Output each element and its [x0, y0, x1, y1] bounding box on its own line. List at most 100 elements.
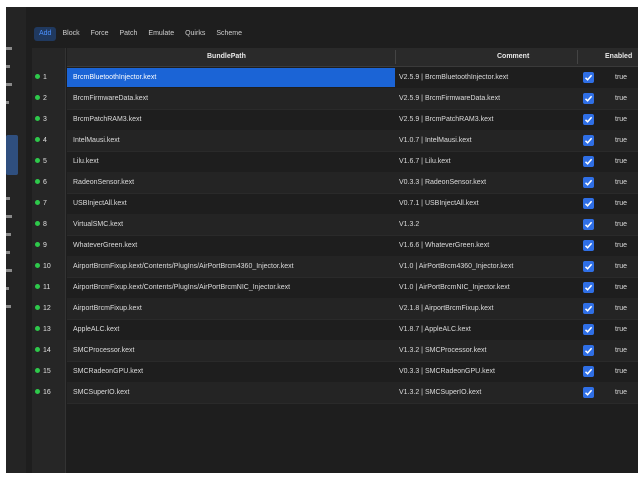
column-divider[interactable]	[395, 50, 396, 64]
enabled-checkbox[interactable]	[583, 366, 594, 377]
table-row[interactable]: 14 SMCProcessor.kext V1.3.2 | SMCProcessor…	[32, 340, 638, 361]
column-header-enabled[interactable]: Enabled	[605, 48, 632, 66]
row-number[interactable]: 2	[35, 88, 65, 109]
row-number[interactable]: 10	[35, 256, 65, 277]
bundle-path-cell[interactable]: WhateverGreen.kext	[73, 235, 137, 256]
enabled-checkbox[interactable]	[583, 156, 594, 167]
sidebar-item[interactable]	[6, 215, 12, 218]
comment-cell[interactable]: V1.0.7 | IntelMausi.kext	[399, 130, 472, 151]
comment-cell[interactable]: V1.0 | AirPortBrcmNIC_Injector.kext	[399, 277, 510, 298]
sidebar-item[interactable]	[6, 65, 10, 68]
comment-cell[interactable]: V1.3.2	[399, 214, 419, 235]
bundle-path-cell[interactable]: AirportBrcmFixup.kext	[73, 298, 142, 319]
table-row[interactable]: 2 BrcmFirmwareData.kext V2.5.9 | BrcmFirmw…	[32, 88, 638, 109]
sidebar-item[interactable]	[6, 287, 9, 290]
bundle-path-cell[interactable]: VirtualSMC.kext	[73, 214, 123, 235]
row-number[interactable]: 1	[35, 67, 65, 88]
comment-cell[interactable]: V2.1.8 | AirportBrcmFixup.kext	[399, 298, 493, 319]
row-number[interactable]: 14	[35, 340, 65, 361]
bundle-path-cell[interactable]: RadeonSensor.kext	[73, 172, 134, 193]
comment-cell[interactable]: V1.6.6 | WhateverGreen.kext	[399, 235, 489, 256]
comment-cell[interactable]: V1.0 | AirPortBrcm4360_Injector.kext	[399, 256, 513, 277]
row-number[interactable]: 6	[35, 172, 65, 193]
bundle-path-cell[interactable]: AppleALC.kext	[73, 319, 119, 340]
row-number[interactable]: 13	[35, 319, 65, 340]
row-number[interactable]: 7	[35, 193, 65, 214]
row-number[interactable]: 11	[35, 277, 65, 298]
bundle-path-cell[interactable]: BrcmFirmwareData.kext	[73, 88, 148, 109]
bundle-path-cell[interactable]: BrcmBluetoothInjector.kext	[73, 67, 156, 88]
tab-scheme[interactable]: Scheme	[211, 27, 247, 41]
enabled-checkbox[interactable]	[583, 198, 594, 209]
enabled-checkbox[interactable]	[583, 387, 594, 398]
enabled-checkbox[interactable]	[583, 135, 594, 146]
table-row[interactable]: 15 SMCRadeonGPU.kext V0.3.3 | SMCRadeonGPU…	[32, 361, 638, 382]
row-number[interactable]: 12	[35, 298, 65, 319]
table-row[interactable]: 4 IntelMausi.kext V1.0.7 | IntelMausi.kext…	[32, 130, 638, 151]
enabled-checkbox[interactable]	[583, 72, 594, 83]
enabled-checkbox[interactable]	[583, 303, 594, 314]
enabled-checkbox[interactable]	[583, 345, 594, 356]
sidebar-item[interactable]	[6, 269, 12, 272]
comment-cell[interactable]: V1.3.2 | SMCProcessor.kext	[399, 340, 486, 361]
row-number[interactable]: 9	[35, 235, 65, 256]
column-header-comment[interactable]: Comment	[497, 48, 529, 66]
comment-cell[interactable]: V2.5.9 | BrcmFirmwareData.kext	[399, 88, 500, 109]
enabled-checkbox[interactable]	[583, 324, 594, 335]
bundle-path-cell[interactable]: AirportBrcmFixup.kext/Contents/PlugIns/A…	[73, 277, 290, 298]
sidebar-item[interactable]	[6, 251, 10, 254]
enabled-checkbox[interactable]	[583, 261, 594, 272]
table-row[interactable]: 12 AirportBrcmFixup.kext V2.1.8 | AirportB…	[32, 298, 638, 319]
row-number[interactable]: 8	[35, 214, 65, 235]
comment-cell[interactable]: V0.3.3 | SMCRadeonGPU.kext	[399, 361, 495, 382]
sidebar-item[interactable]	[6, 83, 12, 86]
tab-patch[interactable]: Patch	[115, 27, 143, 41]
row-number[interactable]: 3	[35, 109, 65, 130]
tab-force[interactable]: Force	[86, 27, 114, 41]
tab-add[interactable]: Add	[34, 27, 57, 41]
sidebar-item[interactable]	[6, 47, 12, 50]
sidebar-item[interactable]	[6, 101, 9, 104]
bundle-path-cell[interactable]: SMCSuperIO.kext	[73, 382, 129, 403]
comment-cell[interactable]: V1.6.7 | Lilu.kext	[399, 151, 451, 172]
sidebar-item[interactable]	[6, 305, 11, 308]
comment-cell[interactable]: V0.3.3 | RadeonSensor.kext	[399, 172, 486, 193]
row-number[interactable]: 16	[35, 382, 65, 403]
sidebar-item-selected[interactable]	[6, 135, 18, 175]
sidebar-item[interactable]	[6, 197, 10, 200]
enabled-checkbox[interactable]	[583, 93, 594, 104]
table-row[interactable]: 9 WhateverGreen.kext V1.6.6 | WhateverGree…	[32, 235, 638, 256]
bundle-path-cell[interactable]: USBInjectAll.kext	[73, 193, 127, 214]
comment-cell[interactable]: V2.5.9 | BrcmBluetoothInjector.kext	[399, 67, 508, 88]
table-row[interactable]: 7 USBInjectAll.kext V0.7.1 | USBInjectAll.…	[32, 193, 638, 214]
table-row[interactable]: 13 AppleALC.kext V1.8.7 | AppleALC.kext tru…	[32, 319, 638, 340]
row-number[interactable]: 15	[35, 361, 65, 382]
comment-cell[interactable]: V2.5.9 | BrcmPatchRAM3.kext	[399, 109, 493, 130]
bundle-path-cell[interactable]: SMCProcessor.kext	[73, 340, 134, 361]
table-row[interactable]: 8 VirtualSMC.kext V1.3.2 true	[32, 214, 638, 235]
comment-cell[interactable]: V0.7.1 | USBInjectAll.kext	[399, 193, 479, 214]
enabled-checkbox[interactable]	[583, 114, 594, 125]
table-row[interactable]: 6 RadeonSensor.kext V0.3.3 | RadeonSensor.…	[32, 172, 638, 193]
row-number[interactable]: 5	[35, 151, 65, 172]
enabled-checkbox[interactable]	[583, 219, 594, 230]
row-number[interactable]: 4	[35, 130, 65, 151]
comment-cell[interactable]: V1.3.2 | SMCSuperIO.kext	[399, 382, 481, 403]
enabled-checkbox[interactable]	[583, 240, 594, 251]
enabled-checkbox[interactable]	[583, 177, 594, 188]
tab-quirks[interactable]: Quirks	[180, 27, 210, 41]
bundle-path-cell[interactable]: IntelMausi.kext	[73, 130, 120, 151]
table-row[interactable]: 16 SMCSuperIO.kext V1.3.2 | SMCSuperIO.kex…	[32, 382, 638, 403]
sidebar-item[interactable]	[6, 233, 11, 236]
bundle-path-cell[interactable]: BrcmPatchRAM3.kext	[73, 109, 141, 130]
table-row[interactable]: 5 Lilu.kext V1.6.7 | Lilu.kext true	[32, 151, 638, 172]
table-row[interactable]: 1 BrcmBluetoothInjector.kext V2.5.9 | Brcm…	[32, 67, 638, 88]
column-header-bundlepath[interactable]: BundlePath	[207, 48, 246, 66]
bundle-path-cell[interactable]: Lilu.kext	[73, 151, 99, 172]
table-row[interactable]: 11 AirportBrcmFixup.kext/Contents/PlugIns…	[32, 277, 638, 298]
enabled-checkbox[interactable]	[583, 282, 594, 293]
table-row[interactable]: 10 AirportBrcmFixup.kext/Contents/PlugIns…	[32, 256, 638, 277]
bundle-path-cell[interactable]: SMCRadeonGPU.kext	[73, 361, 143, 382]
bundle-path-cell[interactable]: AirportBrcmFixup.kext/Contents/PlugIns/A…	[73, 256, 294, 277]
tab-block[interactable]: Block	[57, 27, 84, 41]
